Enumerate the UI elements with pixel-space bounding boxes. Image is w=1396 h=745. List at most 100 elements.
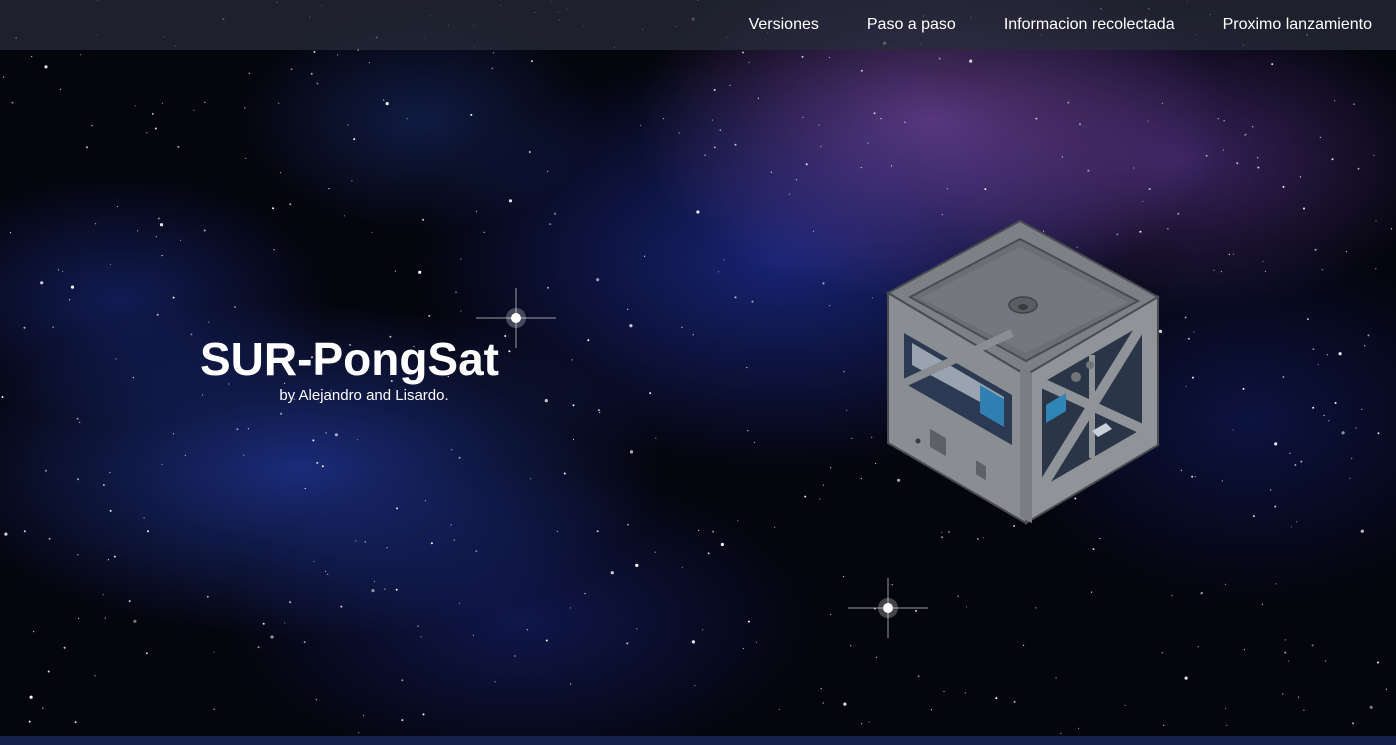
star: [172, 296, 175, 299]
star: [244, 107, 246, 109]
star: [1257, 157, 1259, 159]
star: [325, 432, 327, 434]
star: [145, 652, 148, 655]
star: [1177, 212, 1180, 215]
star: [315, 699, 317, 701]
star: [778, 708, 780, 711]
star: [563, 472, 566, 475]
pongsat-cube-image: [885, 219, 1161, 525]
star: [876, 656, 878, 659]
nav-item-proximo-lanzamiento[interactable]: Proximo lanzamiento: [1223, 16, 1372, 34]
star: [422, 713, 425, 716]
star: [795, 179, 798, 181]
star: [587, 339, 590, 342]
star: [1264, 270, 1267, 272]
star: [243, 454, 245, 456]
star: [1367, 334, 1370, 337]
hero: SUR-PongSat by Alejandro and Lisardo.: [200, 333, 530, 404]
star: [113, 555, 116, 558]
star: [316, 461, 319, 464]
star: [753, 441, 756, 444]
star: [1324, 660, 1326, 662]
star: [11, 101, 14, 104]
star: [867, 142, 869, 144]
star: [1361, 408, 1363, 410]
star: [248, 72, 251, 75]
star: [1311, 644, 1314, 647]
star: [681, 326, 683, 328]
star: [1289, 452, 1291, 454]
nav-item-informacion-recolectada[interactable]: Informacion recolectada: [1004, 16, 1175, 34]
star: [418, 270, 422, 274]
star: [917, 675, 920, 678]
star: [1023, 644, 1025, 647]
star: [310, 72, 313, 75]
star: [1377, 432, 1380, 435]
star: [692, 334, 694, 336]
star: [584, 593, 586, 595]
star: [458, 456, 461, 459]
star: [742, 647, 745, 650]
star: [483, 231, 485, 233]
star: [890, 165, 893, 167]
star: [1314, 248, 1317, 251]
star: [102, 484, 105, 486]
star: [143, 517, 145, 519]
star: [904, 121, 906, 123]
nav-item-versiones[interactable]: Versiones: [749, 16, 819, 34]
star: [860, 69, 863, 72]
star: [9, 232, 12, 234]
star: [938, 57, 941, 60]
star: [1067, 101, 1070, 104]
star: [570, 683, 572, 685]
star: [1257, 166, 1260, 169]
star: [1296, 521, 1298, 523]
star: [1321, 269, 1323, 271]
star: [1079, 123, 1081, 126]
star: [161, 102, 163, 104]
star: [172, 433, 175, 435]
star: [157, 217, 160, 220]
star: [1197, 646, 1199, 648]
star: [328, 188, 330, 190]
star: [208, 321, 210, 323]
star: [544, 399, 548, 403]
star: [109, 509, 112, 512]
star: [159, 223, 164, 227]
star: [104, 617, 106, 619]
star: [995, 697, 998, 700]
star: [596, 278, 600, 282]
star: [1222, 149, 1224, 151]
star: [627, 523, 630, 526]
nav-item-paso-a-paso[interactable]: Paso a paso: [867, 16, 956, 34]
star: [396, 507, 398, 510]
star: [843, 371, 845, 373]
star: [303, 641, 306, 644]
star: [23, 530, 26, 533]
star: [385, 102, 389, 106]
star: [272, 207, 274, 210]
star: [636, 628, 638, 630]
star: [1312, 406, 1315, 409]
star: [137, 230, 139, 232]
star: [734, 143, 737, 146]
star: [95, 223, 97, 225]
star: [401, 719, 404, 722]
star: [774, 526, 776, 528]
star: [788, 193, 791, 195]
star: [1351, 457, 1353, 459]
star: [373, 580, 375, 583]
star: [273, 249, 275, 251]
star: [696, 210, 700, 214]
star: [451, 449, 453, 451]
star: [1161, 652, 1163, 654]
star: [1290, 526, 1292, 528]
star: [635, 563, 639, 568]
star: [654, 551, 656, 553]
star: [417, 625, 419, 627]
star: [702, 629, 704, 631]
star: [428, 314, 431, 317]
star: [530, 60, 533, 63]
star: [154, 127, 157, 130]
star: [820, 145, 822, 147]
